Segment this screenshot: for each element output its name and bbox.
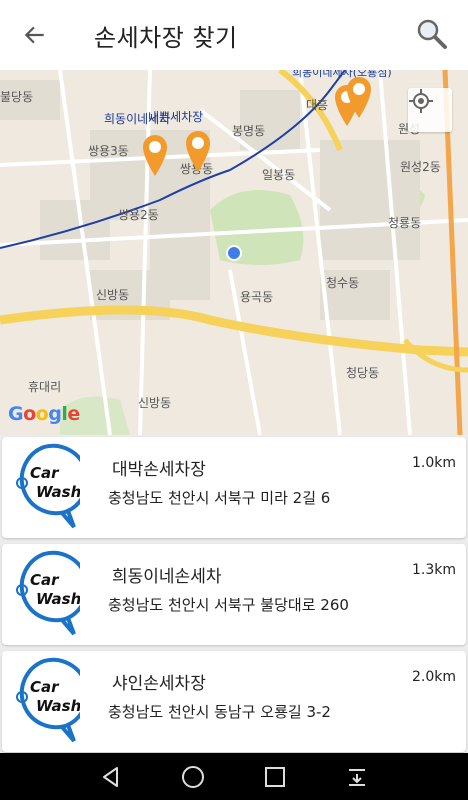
logo-text-car: Car — [30, 571, 60, 589]
logo-text-car: Car — [30, 678, 60, 696]
map-label-topclip: 희동이네세차(오룡점) — [292, 70, 392, 79]
map-label-ssangyong2: 쌍용2동 — [118, 208, 159, 222]
arrow-left-icon — [24, 26, 44, 44]
car-wash-logo-icon: Car Wash — [16, 550, 80, 636]
car-wash-distance: 1.0km — [411, 455, 456, 471]
map-label-cheongryong: 청룡동 — [388, 216, 422, 230]
logo-text-car: Car — [30, 464, 60, 482]
car-wash-name: 희동이네손세차 — [112, 567, 222, 587]
page-title: 손세차장 찾기 — [94, 23, 238, 52]
my-location-button[interactable] — [408, 88, 452, 132]
map-label-singbang: 신방동 — [96, 288, 130, 302]
nav-back-icon — [103, 766, 118, 787]
car-wash-logo-icon: Car Wash — [16, 657, 80, 743]
map-label-wonseong2: 원성2동 — [400, 160, 441, 174]
list-item[interactable]: Car Wash 샤인손세차장 충청남도 천안시 동남구 오룡길 3-2 2.0… — [2, 651, 466, 752]
map-view[interactable]: 불당동 희동이네세차 내쁜세차장 쌍용3동 쌍용동 봉명동 일봉동 쌍용2동 대… — [0, 70, 468, 435]
map-label-naebun: 내쁜세차장 — [148, 110, 204, 124]
logo-text-wash: Wash — [36, 697, 80, 715]
list-item[interactable]: Car Wash 희동이네손세차 충청남도 천안시 서북구 불당대로 260 1… — [2, 544, 466, 645]
map-pin-icon[interactable] — [183, 128, 213, 174]
map-label-hyudae: 휴대리 — [28, 380, 62, 394]
list-item[interactable]: Car Wash 대박손세차장 충청남도 천안시 서북구 미라 2길 6 1.0… — [2, 437, 466, 538]
car-wash-name: 대박손세차장 — [112, 460, 206, 480]
car-wash-address: 충청남도 천안시 서북구 불당대로 260 — [108, 596, 349, 614]
car-wash-address: 충청남도 천안시 동남구 오룡길 3-2 — [108, 703, 331, 721]
car-wash-distance: 2.0km — [411, 669, 456, 685]
car-wash-logo-icon: Car Wash — [16, 443, 80, 529]
map-pin-icon[interactable] — [344, 74, 374, 120]
logo-text-wash: Wash — [36, 590, 80, 608]
google-logo: Google — [8, 403, 80, 425]
map-label-bulgang: 불당동 — [0, 90, 34, 104]
nav-menu-button[interactable] — [342, 762, 372, 792]
nav-home-icon — [182, 765, 204, 788]
my-location-icon — [409, 89, 433, 113]
car-wash-name: 샤인손세차장 — [112, 674, 206, 694]
app-bar: 손세차장 찾기 — [0, 0, 468, 70]
nav-recents-icon — [265, 766, 285, 787]
map-label-sinbang2: 신방동 — [138, 396, 172, 410]
nav-home-button[interactable] — [178, 762, 208, 792]
map-label-ssangyong3: 쌍용3동 — [88, 144, 129, 158]
nav-back-button[interactable] — [96, 762, 126, 792]
search-button[interactable] — [414, 16, 450, 52]
map-label-cheongsu: 청수동 — [326, 276, 360, 290]
map-label-daeheung: 대흥 — [306, 98, 329, 112]
logo-text-wash: Wash — [36, 483, 80, 501]
map-label-cheongdang: 청당동 — [346, 366, 380, 380]
map-label-ilbong: 일봉동 — [262, 168, 296, 182]
map-label-bongmyeong: 봉명동 — [232, 124, 266, 138]
search-icon — [417, 19, 447, 49]
map-label-yonggok: 용곡동 — [240, 290, 274, 304]
nav-recents-button[interactable] — [260, 762, 290, 792]
car-wash-address: 충청남도 천안시 서북구 미라 2길 6 — [108, 489, 331, 507]
back-button[interactable] — [0, 0, 70, 70]
system-nav-bar — [0, 753, 468, 800]
car-wash-list[interactable]: Car Wash 대박손세차장 충청남도 천안시 서북구 미라 2길 6 1.0… — [0, 435, 468, 753]
nav-menu-icon — [349, 768, 365, 786]
map-pin-icon[interactable] — [140, 132, 170, 178]
car-wash-distance: 1.3km — [411, 562, 456, 578]
